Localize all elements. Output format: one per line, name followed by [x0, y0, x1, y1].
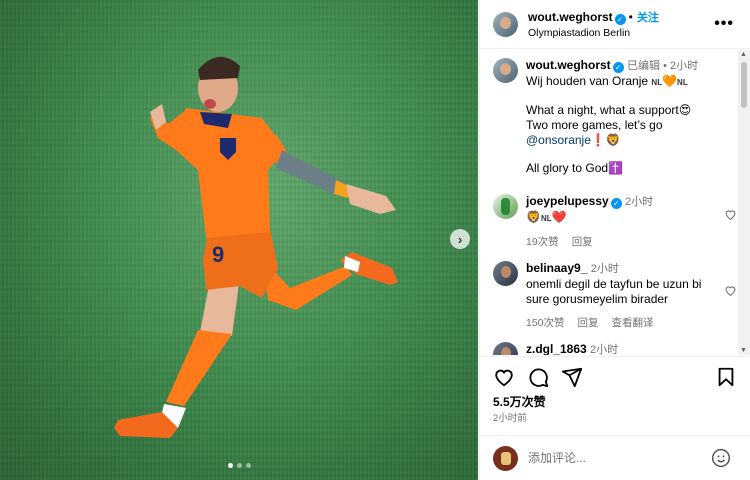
reply-button[interactable]: 回复 [578, 315, 599, 330]
post-actions: 5.5万次赞 2小时前 [480, 356, 750, 446]
svg-text:9: 9 [212, 242, 224, 267]
verified-icon: ✓ [610, 198, 622, 209]
comment-meta: 150次赞 回复 查看翻译 [526, 315, 726, 330]
nl-flag-icon: NL [651, 78, 663, 87]
comments-list: wout.weghorst ✓ 已编辑 • 2小时 Wij houden van … [480, 50, 750, 355]
post-side-panel: wout.weghorst ✓ • 关注 Olympiastadion Berlin … [479, 0, 750, 480]
scroll-up-icon[interactable]: ▲ [740, 51, 747, 58]
commenter-avatar[interactable] [493, 194, 518, 219]
comment-likes[interactable]: 19次赞 [526, 234, 559, 249]
verified-icon: ✓ [614, 14, 626, 25]
comment-item: z.dgl_1863 2小时 [493, 342, 733, 355]
see-translation-button[interactable]: 查看翻译 [612, 315, 654, 330]
post-time: 2小时前 [493, 413, 527, 424]
post-location[interactable]: Olympiastadion Berlin [528, 27, 659, 39]
caption-line-1: Wij houden van Oranje [526, 74, 649, 88]
carousel-dots [0, 463, 478, 468]
nl-flag-icon: NL [540, 214, 552, 223]
emoji-icon[interactable] [711, 448, 731, 468]
caption-avatar[interactable] [493, 58, 518, 83]
orange-heart-icon: 🧡 [662, 74, 678, 88]
cross-icon: ✝️ [608, 161, 623, 175]
comments-scrollbar[interactable]: ▲ ▼ [738, 50, 750, 355]
carousel-dot [236, 463, 242, 468]
mention-link[interactable]: @onsoranje [526, 133, 591, 147]
commenter-avatar[interactable] [493, 261, 518, 286]
carousel-next-button[interactable]: › [450, 229, 470, 249]
commenter-avatar[interactable] [493, 342, 518, 355]
comment-meta: 19次赞 回复 [526, 234, 726, 249]
comment-heart-icon[interactable] [724, 208, 737, 221]
caption-line-3: Two more games, let’s go [526, 118, 663, 132]
caption-line-2: What a night, what a support [526, 103, 679, 117]
scroll-down-icon[interactable]: ▼ [740, 347, 747, 354]
red-heart-icon: ❤️ [551, 210, 567, 224]
bookmark-icon[interactable] [715, 366, 737, 388]
post-header: wout.weghorst ✓ • 关注 Olympiastadion Berlin … [480, 0, 750, 49]
post-caption: wout.weghorst ✓ 已编辑 • 2小时 Wij houden van … [493, 58, 733, 176]
likes-count[interactable]: 5.5万次赞 [493, 393, 546, 410]
comment-time: 2小时 [625, 196, 654, 208]
carousel-dot-active [227, 463, 233, 468]
follow-button[interactable]: 关注 [637, 12, 659, 24]
add-comment-bar [480, 435, 750, 480]
comment-icon[interactable] [527, 366, 549, 388]
comment-text: onemli degil de tayfun be uzun bi sure g… [526, 277, 702, 306]
scrollbar-thumb[interactable] [741, 62, 747, 108]
caption-line-4: All glory to God [526, 161, 609, 175]
comment-item: belinaay9_ 2小时 onemli degil de tayfun be… [493, 261, 736, 330]
heart-eyes-icon: 😍 [678, 103, 692, 117]
exclamation-lion-icon: ❗🦁 [590, 133, 621, 147]
caption-username[interactable]: wout.weghorst [526, 58, 611, 72]
comment-item: joeypelupessy ✓ 2小时 🦁NL❤️ 19次赞 回复 [493, 194, 736, 249]
author-avatar[interactable] [493, 11, 518, 37]
lion-icon: 🦁 [526, 210, 541, 224]
comment-likes[interactable]: 150次赞 [526, 315, 565, 330]
current-user-avatar [493, 445, 518, 471]
share-icon[interactable] [561, 366, 583, 388]
comment-time: 2小时 [590, 263, 619, 275]
author-username[interactable]: wout.weghorst [528, 10, 613, 24]
commenter-username[interactable]: joeypelupessy [526, 194, 609, 208]
caption-time: 2小时 [669, 60, 699, 72]
comment-heart-icon[interactable] [724, 284, 737, 297]
edited-label: 已编辑 [627, 60, 661, 72]
carousel-dot [245, 463, 251, 468]
comment-input[interactable] [528, 451, 708, 465]
heart-icon[interactable] [493, 366, 515, 388]
verified-icon: ✓ [612, 62, 624, 73]
commenter-username[interactable]: belinaay9_ [526, 261, 587, 275]
reply-button[interactable]: 回复 [572, 234, 593, 249]
separator-dot: • [628, 10, 633, 24]
more-icon[interactable]: ••• [714, 15, 734, 33]
commenter-username[interactable]: z.dgl_1863 [526, 342, 587, 355]
comment-time: 2小时 [590, 344, 619, 355]
player-figure: 9 [114, 56, 398, 438]
author-info: wout.weghorst ✓ • 关注 Olympiastadion Berlin [528, 9, 659, 39]
nl-flag-icon: NL [677, 78, 688, 87]
post-photo[interactable]: 9 › [0, 0, 478, 480]
